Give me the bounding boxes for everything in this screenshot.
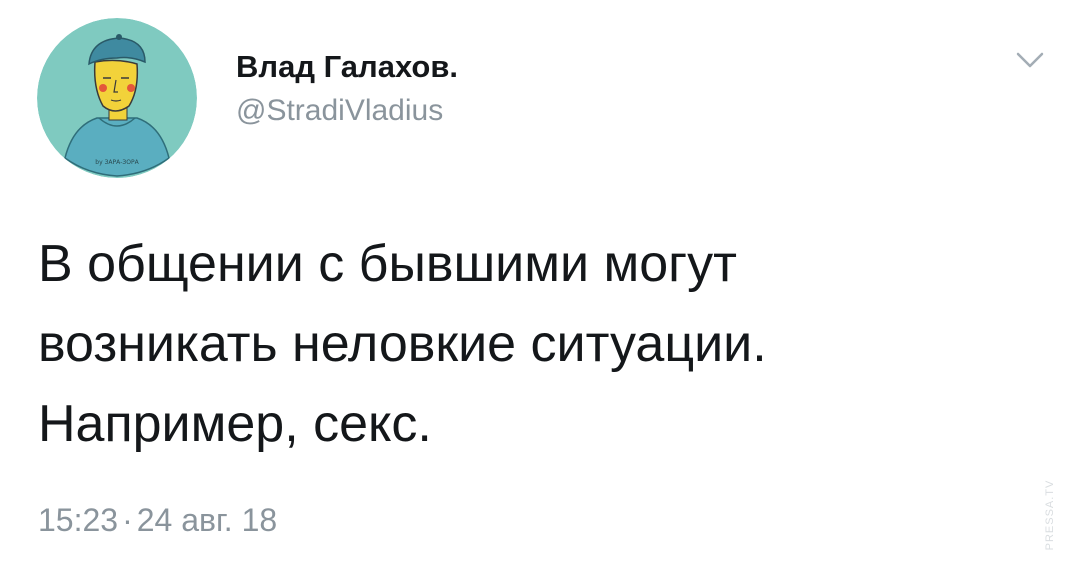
tweet-menu-button[interactable] <box>1012 48 1048 72</box>
avatar[interactable]: by ЗАРА-ЗОРА <box>37 18 197 178</box>
watermark-text: PRESSA.TV <box>1044 479 1056 551</box>
chevron-down-icon <box>1016 52 1044 68</box>
avatar-signature: by ЗАРА-ЗОРА <box>95 159 139 166</box>
tweet-card: by ЗАРА-ЗОРА Влад Галахов. @StradiVladiu… <box>0 0 1070 572</box>
author-handle[interactable]: @StradiVladius <box>236 92 458 130</box>
meta-separator: · <box>122 502 133 538</box>
tweet-time: 15:23 <box>38 502 119 538</box>
tweet-text: В общении с бывшими могут возникать нело… <box>38 235 767 453</box>
author-display-name[interactable]: Влад Галахов. <box>236 48 458 86</box>
watermark: PRESSA.TV <box>1040 465 1060 565</box>
tweet-date: 24 авг. 18 <box>136 502 278 538</box>
author-block: Влад Галахов. @StradiVladius <box>236 48 458 130</box>
avatar-illustration: by ЗАРА-ЗОРА <box>37 18 197 178</box>
tweet-timestamp[interactable]: 15:23 · 24 авг. 18 <box>38 500 277 540</box>
